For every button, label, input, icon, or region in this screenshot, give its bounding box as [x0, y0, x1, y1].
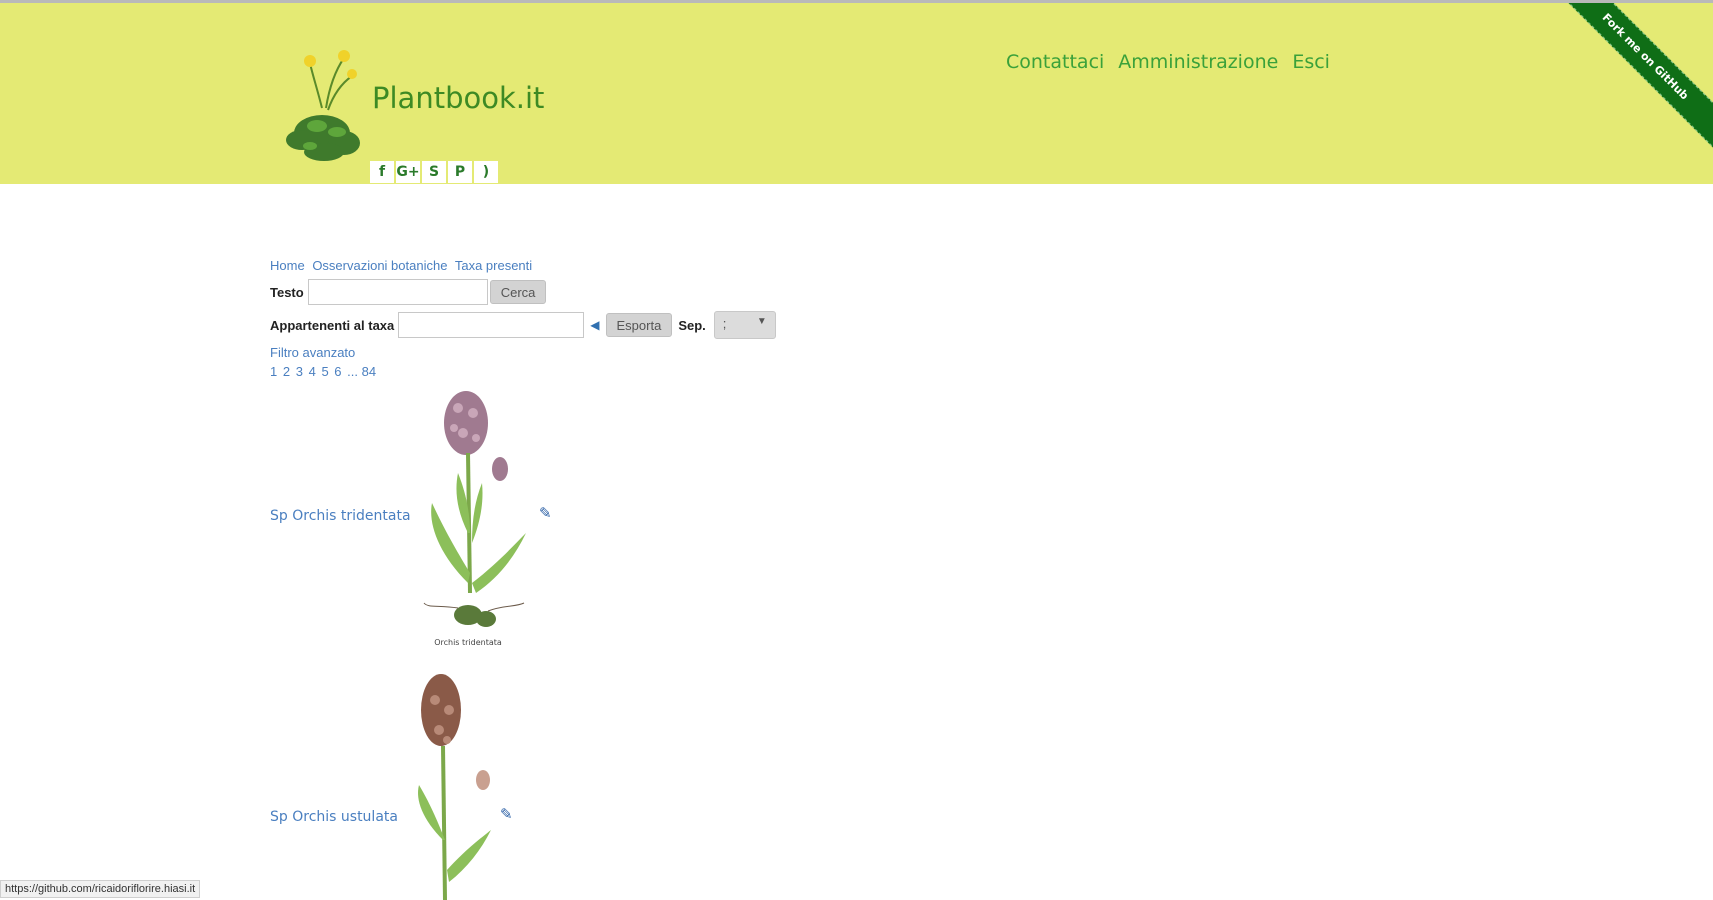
page-link-last[interactable]: 84	[362, 364, 376, 379]
play-arrow-icon[interactable]: ◀	[590, 318, 599, 332]
taxa-input[interactable]	[398, 312, 585, 338]
breadcrumb-home[interactable]: Home	[270, 258, 305, 273]
edit-pencil-icon[interactable]: ✎	[539, 504, 552, 522]
nav-contattaci[interactable]: Contattaci	[1006, 51, 1104, 73]
illustration-caption: Orchis tridentata	[434, 638, 502, 647]
page-link[interactable]: 5	[321, 364, 328, 379]
taxa-filter-row: Appartenenti al taxa ◀ Esporta Sep. ; ▼	[270, 311, 776, 339]
social-links: f G+ S P )	[370, 161, 498, 183]
rss-icon[interactable]: )	[474, 161, 498, 183]
breadcrumb-osservazioni[interactable]: Osservazioni botaniche	[312, 258, 447, 273]
edit-pencil-icon[interactable]: ✎	[500, 805, 513, 823]
plant-illustration-image[interactable]: Orchis tridentata	[418, 383, 536, 663]
skype-icon[interactable]: S	[422, 161, 446, 183]
site-title-link[interactable]: Plantbook.it	[372, 81, 544, 115]
separator-select[interactable]: ; ▼	[713, 311, 776, 339]
taxon-link[interactable]: Sp Orchis tridentata	[270, 508, 411, 524]
facebook-icon[interactable]: f	[370, 161, 394, 183]
text-search-label: Testo	[270, 284, 304, 300]
nav-amministrazione[interactable]: Amministrazione	[1118, 51, 1278, 73]
page-link[interactable]: 6	[334, 364, 341, 379]
plant-illustration-image[interactable]	[405, 670, 500, 900]
page-link[interactable]: 4	[309, 364, 316, 379]
search-button[interactable]: Cerca	[489, 280, 547, 304]
fork-ribbon[interactable]: Fork me on GitHub	[1548, 3, 1713, 154]
sep-label: Sep.	[678, 317, 706, 333]
chevron-down-icon: ▼	[756, 316, 767, 327]
top-nav: Contattaci Amministrazione Esci	[1006, 51, 1330, 73]
text-search-input[interactable]	[307, 279, 488, 305]
separator-value: ;	[722, 316, 727, 331]
breadcrumb-taxa[interactable]: Taxa presenti	[455, 258, 532, 273]
page-link[interactable]: 1	[270, 364, 277, 379]
list-item: Sp Orchis ustulata	[270, 809, 398, 825]
status-bar-url: https://github.com/ricaidoriflorire.hias…	[0, 880, 201, 898]
export-button[interactable]: Esporta	[605, 313, 673, 337]
page-link[interactable]: 2	[283, 364, 290, 379]
pagination: 1 2 3 4 5 6 ... 84	[270, 364, 776, 379]
plant-logo-icon[interactable]	[282, 48, 366, 163]
taxon-link[interactable]: Sp Orchis ustulata	[270, 809, 398, 825]
taxa-label: Appartenenti al taxa	[270, 317, 395, 333]
list-item: Sp Orchis tridentata	[270, 508, 411, 524]
nav-esci[interactable]: Esci	[1292, 51, 1330, 73]
page-link[interactable]: 3	[296, 364, 303, 379]
main-content: Home Osservazioni botaniche Taxa present…	[270, 258, 776, 379]
google-plus-icon[interactable]: G+	[396, 161, 420, 183]
site-header: Plantbook.it f G+ S P ) Contattaci Ammin…	[0, 3, 1713, 184]
page-ellipsis: ...	[347, 364, 358, 379]
pinterest-icon[interactable]: P	[448, 161, 472, 183]
breadcrumb: Home Osservazioni botaniche Taxa present…	[270, 258, 776, 273]
text-search-row: Testo Cerca	[270, 279, 776, 305]
advanced-filter-link[interactable]: Filtro avanzato	[270, 345, 776, 360]
